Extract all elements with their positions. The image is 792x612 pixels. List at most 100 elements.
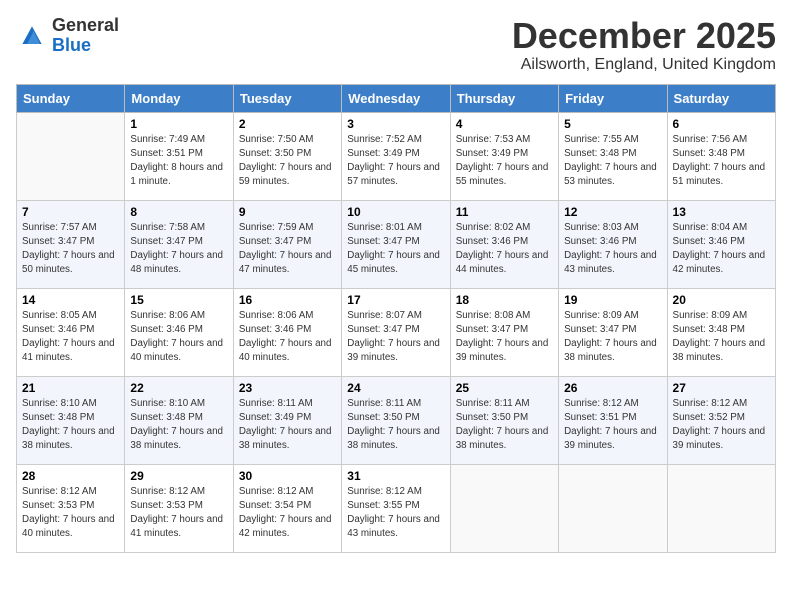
day-info: Sunrise: 8:12 AMSunset: 3:52 PMDaylight:… (673, 397, 770, 454)
calendar-day-cell: 9 Sunrise: 7:59 AMSunset: 3:47 PMDayligh… (233, 200, 341, 288)
day-info: Sunrise: 7:49 AMSunset: 3:51 PMDaylight:… (130, 133, 227, 190)
day-info: Sunrise: 8:05 AMSunset: 3:46 PMDaylight:… (22, 309, 119, 366)
col-sunday: Sunday (17, 84, 125, 112)
logo-blue: Blue (52, 36, 119, 56)
location-title: Ailsworth, England, United Kingdom (512, 56, 776, 74)
day-number: 6 (673, 117, 770, 131)
day-number: 27 (673, 381, 770, 395)
day-info: Sunrise: 8:11 AMSunset: 3:50 PMDaylight:… (456, 397, 553, 454)
day-number: 13 (673, 205, 770, 219)
day-info: Sunrise: 7:55 AMSunset: 3:48 PMDaylight:… (564, 133, 661, 190)
day-number: 18 (456, 293, 553, 307)
day-info: Sunrise: 8:06 AMSunset: 3:46 PMDaylight:… (239, 309, 336, 366)
calendar-day-cell: 28 Sunrise: 8:12 AMSunset: 3:53 PMDaylig… (17, 464, 125, 552)
calendar-day-cell (17, 112, 125, 200)
day-info: Sunrise: 8:01 AMSunset: 3:47 PMDaylight:… (347, 221, 444, 278)
calendar-day-cell: 8 Sunrise: 7:58 AMSunset: 3:47 PMDayligh… (125, 200, 233, 288)
day-number: 5 (564, 117, 661, 131)
day-number: 3 (347, 117, 444, 131)
calendar-day-cell: 30 Sunrise: 8:12 AMSunset: 3:54 PMDaylig… (233, 464, 341, 552)
day-info: Sunrise: 8:10 AMSunset: 3:48 PMDaylight:… (22, 397, 119, 454)
calendar-day-cell: 31 Sunrise: 8:12 AMSunset: 3:55 PMDaylig… (342, 464, 450, 552)
col-tuesday: Tuesday (233, 84, 341, 112)
calendar-day-cell (667, 464, 775, 552)
calendar-week-row: 7 Sunrise: 7:57 AMSunset: 3:47 PMDayligh… (17, 200, 776, 288)
day-number: 4 (456, 117, 553, 131)
calendar-day-cell: 16 Sunrise: 8:06 AMSunset: 3:46 PMDaylig… (233, 288, 341, 376)
day-info: Sunrise: 8:12 AMSunset: 3:53 PMDaylight:… (22, 485, 119, 542)
day-number: 24 (347, 381, 444, 395)
day-info: Sunrise: 8:12 AMSunset: 3:55 PMDaylight:… (347, 485, 444, 542)
col-saturday: Saturday (667, 84, 775, 112)
calendar-day-cell: 26 Sunrise: 8:12 AMSunset: 3:51 PMDaylig… (559, 376, 667, 464)
day-info: Sunrise: 8:02 AMSunset: 3:46 PMDaylight:… (456, 221, 553, 278)
day-info: Sunrise: 8:10 AMSunset: 3:48 PMDaylight:… (130, 397, 227, 454)
calendar-day-cell: 10 Sunrise: 8:01 AMSunset: 3:47 PMDaylig… (342, 200, 450, 288)
day-number: 26 (564, 381, 661, 395)
calendar-day-cell: 23 Sunrise: 8:11 AMSunset: 3:49 PMDaylig… (233, 376, 341, 464)
calendar-day-cell: 15 Sunrise: 8:06 AMSunset: 3:46 PMDaylig… (125, 288, 233, 376)
calendar-day-cell: 17 Sunrise: 8:07 AMSunset: 3:47 PMDaylig… (342, 288, 450, 376)
day-number: 8 (130, 205, 227, 219)
day-info: Sunrise: 8:11 AMSunset: 3:49 PMDaylight:… (239, 397, 336, 454)
day-info: Sunrise: 7:56 AMSunset: 3:48 PMDaylight:… (673, 133, 770, 190)
day-number: 15 (130, 293, 227, 307)
page-header: General Blue December 2025 Ailsworth, En… (16, 16, 776, 74)
calendar-day-cell (559, 464, 667, 552)
logo-general: General (52, 16, 119, 36)
day-number: 9 (239, 205, 336, 219)
calendar-day-cell: 25 Sunrise: 8:11 AMSunset: 3:50 PMDaylig… (450, 376, 558, 464)
month-title: December 2025 (512, 16, 776, 56)
calendar-day-cell: 13 Sunrise: 8:04 AMSunset: 3:46 PMDaylig… (667, 200, 775, 288)
calendar-day-cell: 21 Sunrise: 8:10 AMSunset: 3:48 PMDaylig… (17, 376, 125, 464)
calendar-day-cell: 2 Sunrise: 7:50 AMSunset: 3:50 PMDayligh… (233, 112, 341, 200)
calendar-day-cell: 7 Sunrise: 7:57 AMSunset: 3:47 PMDayligh… (17, 200, 125, 288)
day-number: 10 (347, 205, 444, 219)
calendar-day-cell: 20 Sunrise: 8:09 AMSunset: 3:48 PMDaylig… (667, 288, 775, 376)
day-info: Sunrise: 8:03 AMSunset: 3:46 PMDaylight:… (564, 221, 661, 278)
day-number: 31 (347, 469, 444, 483)
calendar-day-cell: 24 Sunrise: 8:11 AMSunset: 3:50 PMDaylig… (342, 376, 450, 464)
day-info: Sunrise: 8:09 AMSunset: 3:47 PMDaylight:… (564, 309, 661, 366)
day-info: Sunrise: 8:12 AMSunset: 3:51 PMDaylight:… (564, 397, 661, 454)
calendar-day-cell: 12 Sunrise: 8:03 AMSunset: 3:46 PMDaylig… (559, 200, 667, 288)
calendar-day-cell: 1 Sunrise: 7:49 AMSunset: 3:51 PMDayligh… (125, 112, 233, 200)
logo-icon (16, 20, 48, 52)
calendar-day-cell: 3 Sunrise: 7:52 AMSunset: 3:49 PMDayligh… (342, 112, 450, 200)
col-friday: Friday (559, 84, 667, 112)
day-info: Sunrise: 8:06 AMSunset: 3:46 PMDaylight:… (130, 309, 227, 366)
col-thursday: Thursday (450, 84, 558, 112)
calendar-day-cell: 6 Sunrise: 7:56 AMSunset: 3:48 PMDayligh… (667, 112, 775, 200)
day-number: 22 (130, 381, 227, 395)
calendar-day-cell: 11 Sunrise: 8:02 AMSunset: 3:46 PMDaylig… (450, 200, 558, 288)
day-number: 14 (22, 293, 119, 307)
calendar-week-row: 1 Sunrise: 7:49 AMSunset: 3:51 PMDayligh… (17, 112, 776, 200)
col-wednesday: Wednesday (342, 84, 450, 112)
day-info: Sunrise: 7:59 AMSunset: 3:47 PMDaylight:… (239, 221, 336, 278)
calendar-day-cell: 14 Sunrise: 8:05 AMSunset: 3:46 PMDaylig… (17, 288, 125, 376)
day-info: Sunrise: 7:52 AMSunset: 3:49 PMDaylight:… (347, 133, 444, 190)
calendar-day-cell: 5 Sunrise: 7:55 AMSunset: 3:48 PMDayligh… (559, 112, 667, 200)
day-info: Sunrise: 8:04 AMSunset: 3:46 PMDaylight:… (673, 221, 770, 278)
day-number: 30 (239, 469, 336, 483)
day-info: Sunrise: 8:12 AMSunset: 3:54 PMDaylight:… (239, 485, 336, 542)
day-number: 29 (130, 469, 227, 483)
day-info: Sunrise: 7:58 AMSunset: 3:47 PMDaylight:… (130, 221, 227, 278)
calendar-day-cell: 22 Sunrise: 8:10 AMSunset: 3:48 PMDaylig… (125, 376, 233, 464)
day-number: 20 (673, 293, 770, 307)
calendar-day-cell: 29 Sunrise: 8:12 AMSunset: 3:53 PMDaylig… (125, 464, 233, 552)
calendar-week-row: 28 Sunrise: 8:12 AMSunset: 3:53 PMDaylig… (17, 464, 776, 552)
day-info: Sunrise: 8:12 AMSunset: 3:53 PMDaylight:… (130, 485, 227, 542)
calendar-day-cell: 18 Sunrise: 8:08 AMSunset: 3:47 PMDaylig… (450, 288, 558, 376)
calendar-day-cell (450, 464, 558, 552)
day-number: 28 (22, 469, 119, 483)
calendar-week-row: 14 Sunrise: 8:05 AMSunset: 3:46 PMDaylig… (17, 288, 776, 376)
day-info: Sunrise: 8:07 AMSunset: 3:47 PMDaylight:… (347, 309, 444, 366)
day-number: 25 (456, 381, 553, 395)
calendar-header-row: Sunday Monday Tuesday Wednesday Thursday… (17, 84, 776, 112)
logo: General Blue (16, 16, 119, 56)
day-info: Sunrise: 8:09 AMSunset: 3:48 PMDaylight:… (673, 309, 770, 366)
day-number: 16 (239, 293, 336, 307)
calendar-table: Sunday Monday Tuesday Wednesday Thursday… (16, 84, 776, 553)
day-number: 11 (456, 205, 553, 219)
